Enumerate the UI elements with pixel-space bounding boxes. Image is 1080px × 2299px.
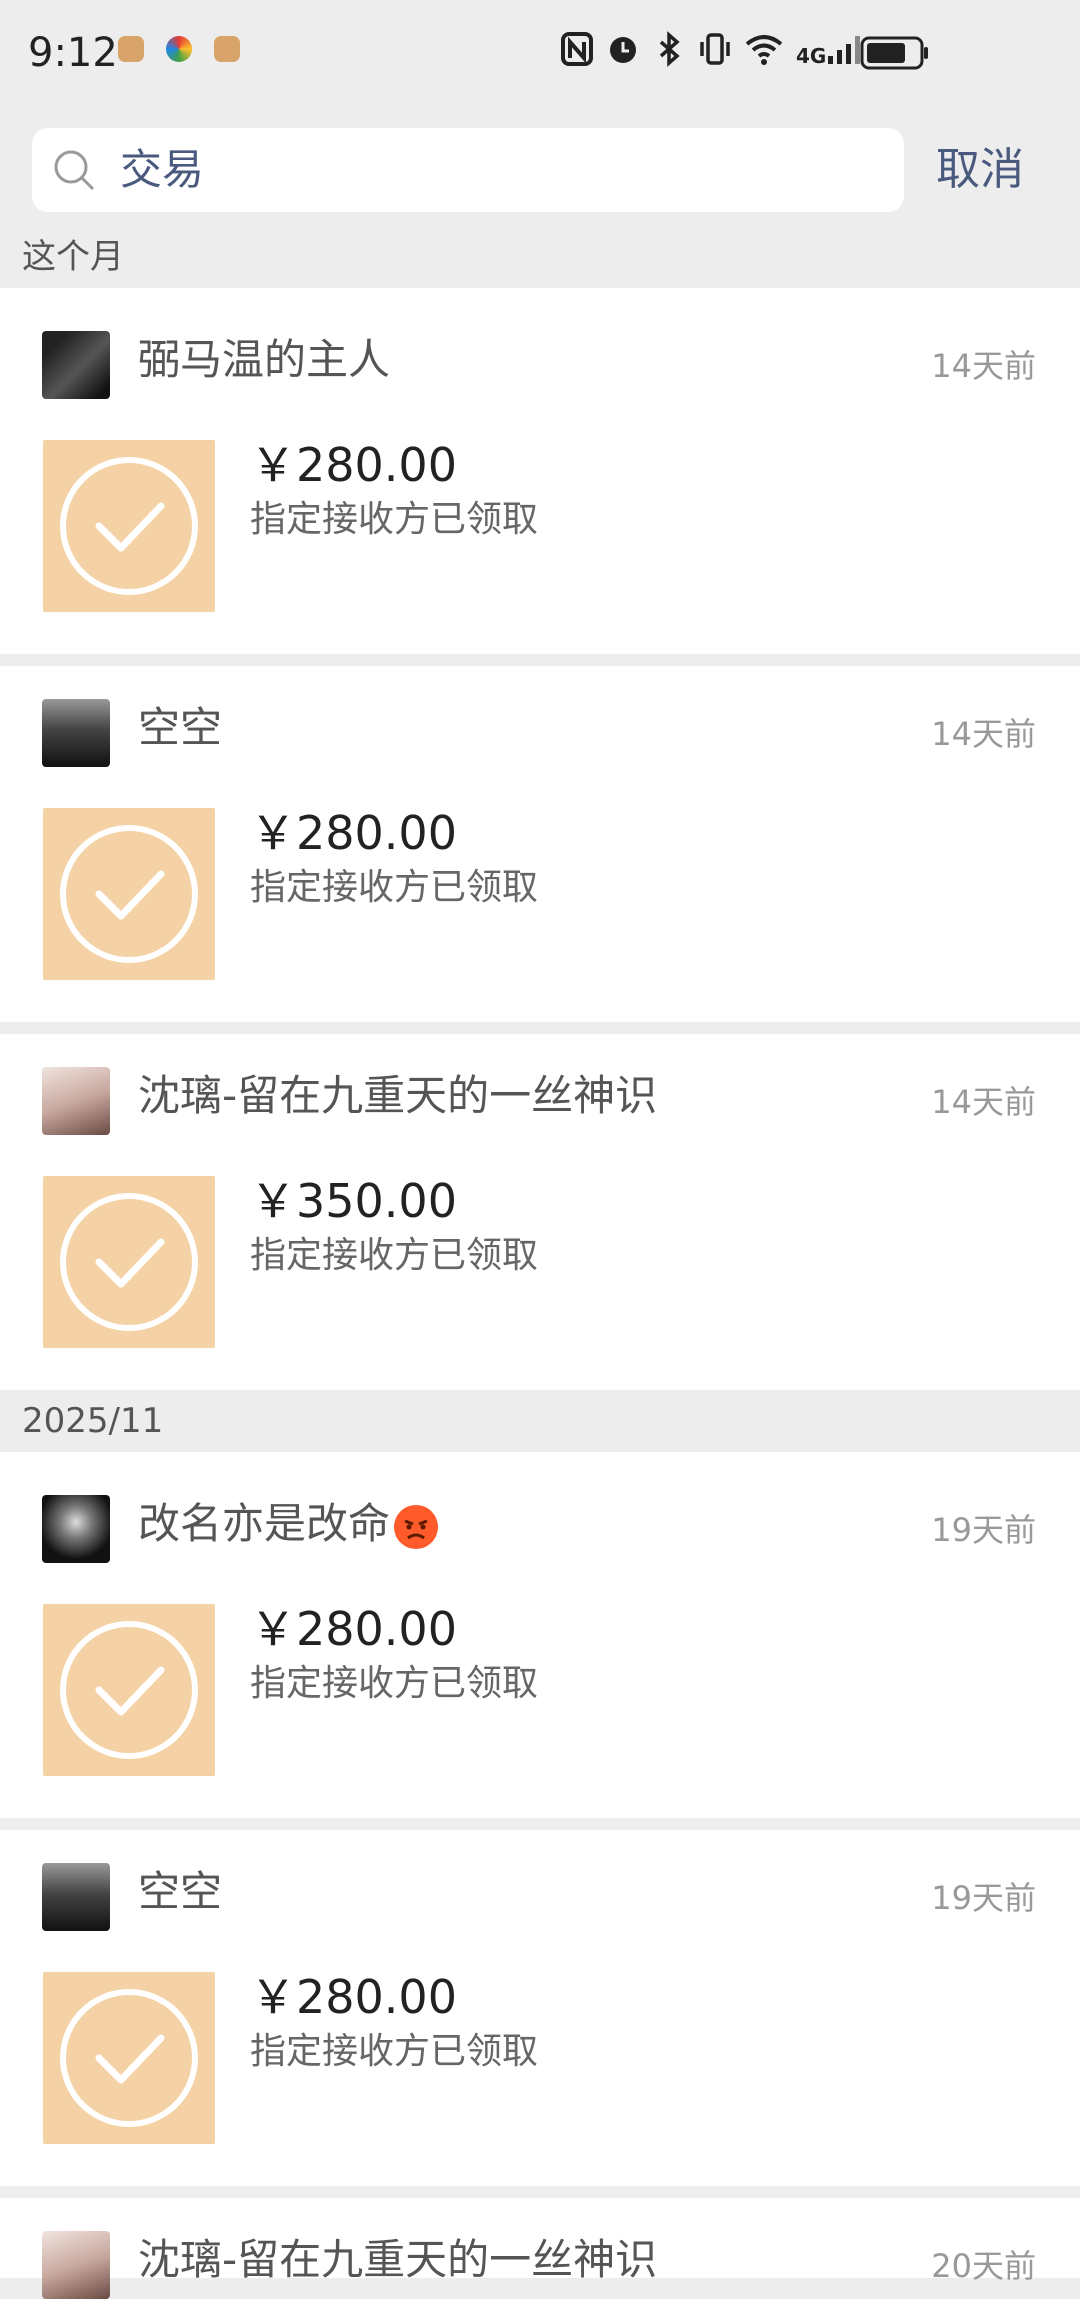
status-bar: 9:12 4G xyxy=(0,0,1080,110)
amount: ￥350.00 xyxy=(250,1174,457,1228)
section-title: 2025/11 xyxy=(22,1401,164,1441)
avatar xyxy=(42,2231,110,2299)
cancel-button[interactable]: 取消 xyxy=(936,142,1024,198)
timestamp: 14天前 xyxy=(931,347,1036,385)
contact-name: 弼马温的主人 xyxy=(138,335,391,384)
battery-icon xyxy=(860,36,928,70)
section-title: 这个月 xyxy=(22,237,124,277)
angry-face-icon xyxy=(394,1504,439,1549)
status-text: 指定接收方已领取 xyxy=(250,1663,539,1704)
checkmark-icon xyxy=(60,1193,198,1331)
avatar xyxy=(42,699,110,767)
contact-name: 空空 xyxy=(138,1867,223,1916)
transaction-item[interactable]: 沈璃-留在九重天的一丝神识 14天前 ￥350.00 指定接收方已领取 xyxy=(0,1034,1080,1390)
amount: ￥280.00 xyxy=(250,1970,457,2024)
contact-name: 空空 xyxy=(138,703,223,752)
transaction-item[interactable]: 沈璃-留在九重天的一丝神识 20天前 xyxy=(0,2198,1080,2299)
status-text: 指定接收方已领取 xyxy=(250,1235,539,1276)
network-type-label: 4G xyxy=(796,44,827,68)
app-notification-icon xyxy=(214,36,240,62)
timestamp: 20天前 xyxy=(931,2247,1036,2285)
nfc-icon xyxy=(561,32,593,66)
transaction-item[interactable]: 弼马温的主人 14天前 ￥280.00 指定接收方已领取 xyxy=(0,288,1080,654)
contact-name: 沈璃-留在九重天的一丝神识 xyxy=(138,1071,658,1120)
timestamp: 19天前 xyxy=(931,1879,1036,1917)
avatar xyxy=(42,331,110,399)
avatar xyxy=(42,1495,110,1563)
timestamp: 14天前 xyxy=(931,715,1036,753)
bluetooth-icon xyxy=(659,31,680,67)
transaction-item[interactable]: 空空 19天前 ￥280.00 指定接收方已领取 xyxy=(0,1830,1080,2186)
vibrate-icon xyxy=(700,33,730,65)
search-input[interactable]: 交易 xyxy=(32,128,904,212)
received-thumbnail xyxy=(43,1176,215,1348)
amount: ￥280.00 xyxy=(250,806,457,860)
received-thumbnail xyxy=(43,1972,215,2144)
checkmark-icon xyxy=(60,1989,198,2127)
amount: ￥280.00 xyxy=(250,1602,457,1656)
app-notification-icon xyxy=(118,36,144,62)
search-icon xyxy=(54,150,95,191)
contact-name: 改名亦是改命 xyxy=(138,1496,439,1552)
status-text: 指定接收方已领取 xyxy=(250,2031,539,2072)
timestamp: 19天前 xyxy=(931,1511,1036,1549)
amount: ￥280.00 xyxy=(250,438,457,492)
transaction-item[interactable]: 空空 14天前 ￥280.00 指定接收方已领取 xyxy=(0,666,1080,1022)
status-text: 指定接收方已领取 xyxy=(250,499,539,540)
contact-name-text: 改名亦是改命 xyxy=(138,1499,391,1548)
received-thumbnail xyxy=(43,808,215,980)
section-header: 这个月 xyxy=(0,228,1080,286)
alarm-icon xyxy=(610,37,636,63)
notification-icons xyxy=(118,36,240,62)
app-notification-icon xyxy=(166,36,192,62)
status-text: 指定接收方已领取 xyxy=(250,867,539,908)
avatar xyxy=(42,1863,110,1931)
received-thumbnail xyxy=(43,440,215,612)
checkmark-icon xyxy=(60,1621,198,1759)
status-time: 9:12 xyxy=(28,30,118,76)
search-query: 交易 xyxy=(120,145,205,194)
wifi-icon xyxy=(745,35,783,65)
received-thumbnail xyxy=(43,1604,215,1776)
contact-name: 沈璃-留在九重天的一丝神识 xyxy=(138,2235,658,2284)
transaction-item[interactable]: 改名亦是改命 19天前 ￥280.00 指定接收方已领取 xyxy=(0,1452,1080,1818)
timestamp: 14天前 xyxy=(931,1083,1036,1121)
checkmark-icon xyxy=(60,457,198,595)
checkmark-icon xyxy=(60,825,198,963)
avatar xyxy=(42,1067,110,1135)
section-header: 2025/11 xyxy=(0,1392,1080,1450)
